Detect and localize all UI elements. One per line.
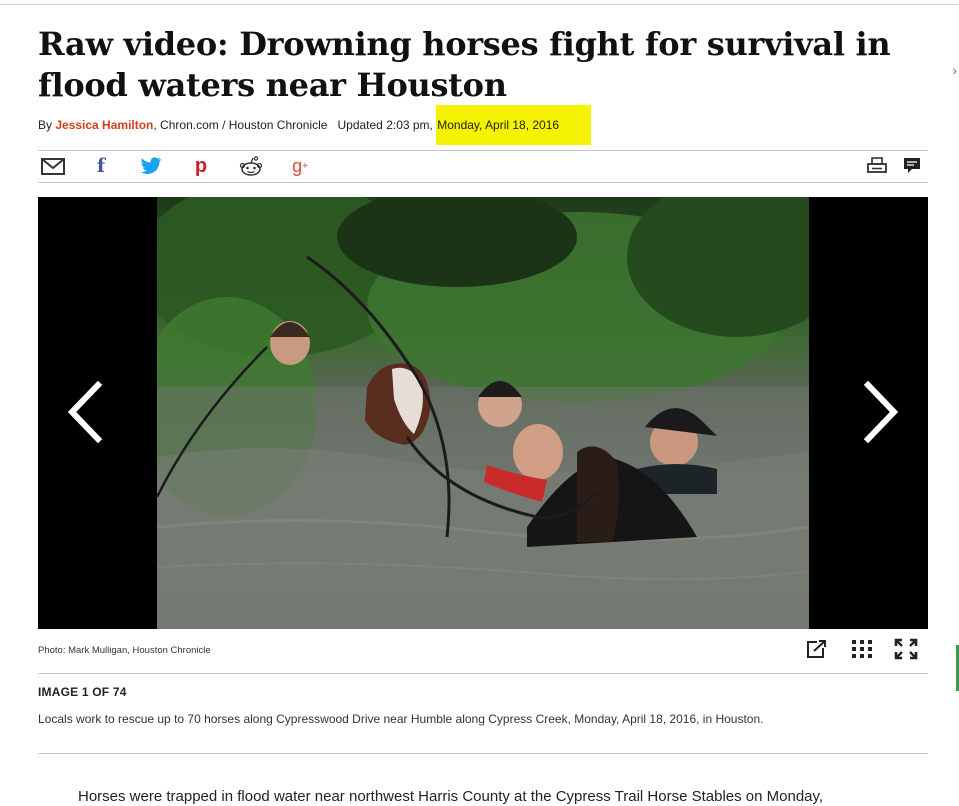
byline: By Jessica Hamilton, Chron.com / Houston… — [38, 105, 592, 145]
grid-icon[interactable] — [850, 638, 876, 662]
image-counter: IMAGE 1 OF 74 — [38, 685, 127, 699]
gallery-toolbar: Photo: Mark Mulligan, Houston Chronicle — [38, 638, 928, 664]
photo-caption: Locals work to rescue up to 70 horses al… — [38, 712, 764, 726]
edge-marker: › — [952, 62, 957, 78]
article-headline: Raw video: Drowning horses fight for sur… — [38, 25, 891, 104]
comment-icon[interactable] — [902, 155, 922, 177]
updated-label: Updated 2:03 pm, — [337, 118, 437, 132]
photo-credit: Photo: Mark Mulligan, Houston Chronicle — [38, 645, 211, 656]
google-plus-glyph: g — [292, 155, 303, 176]
facebook-icon[interactable]: f — [93, 155, 109, 177]
flood-scene — [157, 197, 809, 629]
share-bar: f p g + — [38, 150, 928, 183]
twitter-icon[interactable] — [139, 155, 163, 177]
author-link[interactable]: Jessica Hamilton — [55, 118, 153, 132]
pinterest-icon[interactable]: p — [192, 155, 210, 177]
email-icon[interactable] — [40, 155, 66, 177]
top-border — [0, 4, 959, 5]
google-plus-icon[interactable]: g + — [289, 155, 311, 177]
caption-divider-bottom — [38, 753, 928, 754]
fullscreen-icon[interactable] — [894, 638, 920, 662]
publish-date: Monday, April 18, 2016 — [436, 105, 592, 145]
external-link-icon[interactable] — [805, 638, 831, 662]
gallery-prev-arrow[interactable] — [56, 377, 116, 447]
print-icon[interactable] — [866, 155, 888, 177]
reddit-icon[interactable] — [238, 155, 264, 177]
caption-divider-top — [38, 673, 928, 674]
gallery-next-arrow[interactable] — [850, 377, 910, 447]
article-body-first-line: Horses were trapped in flood water near … — [78, 788, 824, 805]
google-plus-sup: + — [302, 160, 308, 172]
byline-outlets: , Chron.com / Houston Chronicle — [153, 118, 328, 132]
photo-gallery — [38, 197, 928, 629]
gallery-photo[interactable] — [157, 197, 809, 629]
byline-prefix: By — [38, 118, 56, 132]
